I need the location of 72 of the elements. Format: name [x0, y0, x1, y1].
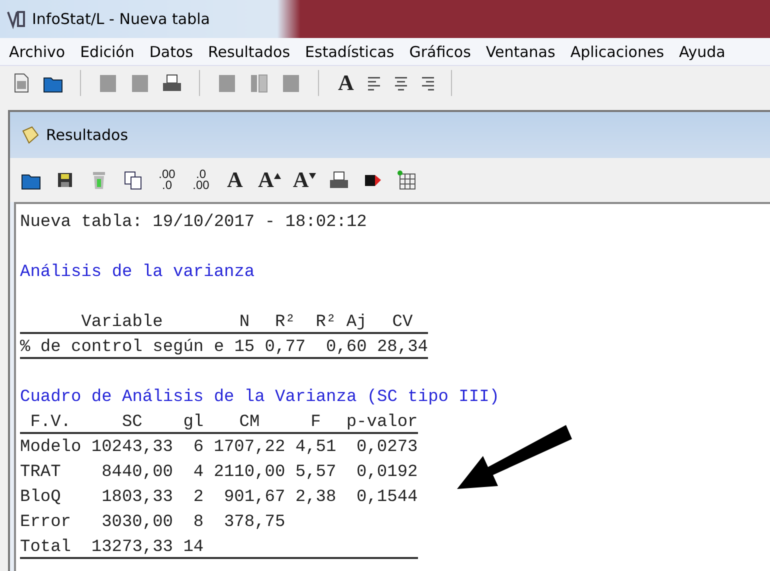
- table-cell-text: Modelo: [20, 437, 82, 459]
- timestamp-text: Nueva tabla: 19/10/2017 - 18:02:12: [20, 212, 368, 234]
- table-cell-text: 0,60: [324, 337, 367, 359]
- table-cell-text: 0,1544: [356, 487, 418, 509]
- printer-icon[interactable]: [328, 169, 350, 191]
- table-cell-text: 2110,00: [214, 462, 286, 484]
- column-header: p-valor: [346, 412, 418, 434]
- table-cell-text: 8440,00: [100, 462, 173, 484]
- printer-icon[interactable]: [161, 72, 183, 94]
- window-title: InfoStat/L - Nueva tabla: [32, 10, 210, 28]
- column-header: R² Aj: [316, 312, 367, 334]
- table-cell-text: Total: [20, 537, 72, 559]
- menu-item[interactable]: Ventanas: [486, 42, 556, 60]
- menu-item[interactable]: Ayuda: [679, 42, 726, 60]
- results-title: Resultados: [46, 126, 128, 144]
- table-cell-text: 4,51: [295, 437, 336, 459]
- table-cell-text: 6: [192, 437, 204, 459]
- decimals-button[interactable]: .00 .0: [156, 167, 178, 193]
- menu-item[interactable]: Aplicaciones: [570, 42, 664, 60]
- menu-item[interactable]: Edición: [80, 42, 134, 60]
- menu-item[interactable]: Gráficos: [409, 42, 471, 60]
- column-header: CM: [238, 412, 261, 434]
- table-cell-text: 4: [192, 462, 204, 484]
- column-header: F.V.: [29, 412, 72, 434]
- table-cell-text: 901,67: [222, 487, 286, 509]
- decimals-button[interactable]: .0 .00: [190, 167, 212, 193]
- up-triangle-icon: [274, 173, 281, 179]
- copy-icon[interactable]: [122, 169, 144, 191]
- table-icon[interactable]: [396, 169, 418, 191]
- table-cell-text: 1707,22: [214, 437, 286, 459]
- table-cell-text: Error: [20, 512, 72, 534]
- table-cell-text: 0,77: [264, 337, 306, 359]
- column-header: Variable: [80, 312, 164, 334]
- font-button[interactable]: A: [335, 70, 357, 96]
- table-cell-text: 1803,33: [100, 487, 173, 509]
- table-cell-text: 3030,00: [100, 512, 173, 534]
- table-cell-text: 28,34: [376, 337, 428, 359]
- align-left-icon[interactable]: [367, 75, 383, 91]
- column-header: CV: [391, 312, 414, 334]
- menu-item[interactable]: Datos: [149, 42, 193, 60]
- table-cell-text: 5,57: [295, 462, 336, 484]
- column-header: F: [310, 412, 322, 434]
- shrink-font-button[interactable]: A: [292, 167, 316, 193]
- section-heading: Cuadro de Análisis de la Varianza (SC tipo III): [20, 387, 500, 409]
- column-header: gl: [183, 412, 204, 434]
- table-cell-text: 15: [234, 337, 255, 359]
- column-header: N: [238, 312, 251, 334]
- font-button[interactable]: A: [224, 167, 246, 193]
- table-cell-text: TRAT: [20, 462, 62, 484]
- table-cell-text: 0,0192: [356, 462, 418, 484]
- grow-font-button[interactable]: A: [258, 167, 281, 193]
- menu-item[interactable]: Estadísticas: [305, 42, 394, 60]
- table-cell-text: % de control según e: [20, 337, 224, 359]
- app-icon: [6, 9, 26, 29]
- table-cell-text: 13273,33: [91, 537, 173, 559]
- menu-item[interactable]: Resultados: [208, 42, 290, 60]
- align-center-icon[interactable]: [393, 75, 409, 91]
- table-cell-text: 0,0273: [356, 437, 418, 459]
- note-icon: [20, 125, 40, 145]
- table-cell-text: 2: [192, 487, 204, 509]
- down-triangle-icon: [308, 173, 316, 179]
- column-header: SC: [120, 412, 144, 434]
- align-right-icon[interactable]: [419, 75, 435, 91]
- column-header: R²: [274, 312, 296, 334]
- table-cell-text: 2,38: [295, 487, 336, 509]
- table-cell-text: 378,75: [222, 512, 286, 534]
- section-heading: Análisis de la varianza: [20, 262, 256, 284]
- table-cell-text: 8: [192, 512, 204, 534]
- menu-item[interactable]: Archivo: [9, 42, 66, 60]
- table-cell-text: BloQ: [20, 487, 62, 509]
- table-cell-text: 10243,33: [91, 437, 173, 459]
- table-cell-text: 14: [183, 537, 204, 559]
